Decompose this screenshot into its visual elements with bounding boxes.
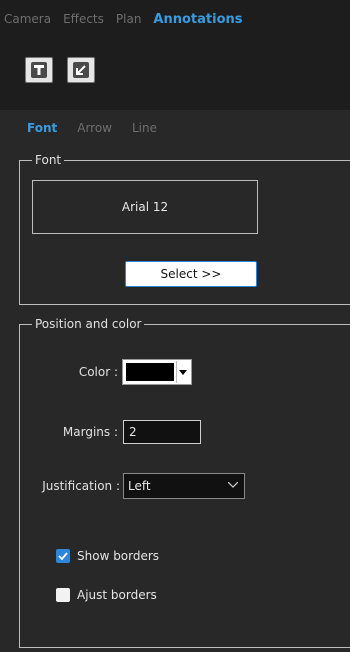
text-tool-icon bbox=[31, 62, 47, 78]
adjust-borders-checkbox[interactable]: Ajust borders bbox=[56, 588, 157, 602]
show-borders-label: Show borders bbox=[77, 549, 160, 563]
justification-select[interactable]: Left bbox=[123, 473, 245, 499]
select-font-button[interactable]: Select >> bbox=[125, 261, 257, 287]
arrow-tool-icon bbox=[73, 62, 89, 78]
sub-tab-bar: Font Arrow Line bbox=[27, 121, 177, 135]
tab-effects[interactable]: Effects bbox=[63, 12, 104, 26]
show-borders-checkbox[interactable]: Show borders bbox=[56, 549, 159, 563]
justification-label: Justification : bbox=[42, 479, 120, 493]
tab-camera[interactable]: Camera bbox=[4, 12, 51, 26]
margins-input[interactable] bbox=[123, 420, 201, 444]
font-group: Font Arial 12 Select >> bbox=[19, 153, 350, 305]
checkbox-unchecked-icon[interactable] bbox=[56, 588, 70, 602]
color-swatch bbox=[126, 363, 174, 381]
position-color-group: Position and color Color : Margins : Jus… bbox=[19, 317, 350, 648]
margins-label: Margins : bbox=[62, 425, 118, 439]
subtab-arrow[interactable]: Arrow bbox=[77, 121, 112, 135]
annotations-panel: Camera Effects Plan Annotations Font Arr… bbox=[0, 0, 350, 652]
justification-value: Left bbox=[128, 479, 151, 493]
checkbox-checked-icon[interactable] bbox=[56, 549, 70, 563]
subtab-font[interactable]: Font bbox=[27, 121, 57, 135]
font-group-legend: Font bbox=[32, 153, 65, 167]
chevron-down-icon bbox=[228, 482, 238, 488]
tab-plan[interactable]: Plan bbox=[116, 12, 142, 26]
color-picker[interactable] bbox=[122, 359, 192, 385]
font-preview: Arial 12 bbox=[32, 180, 258, 234]
adjust-borders-label: Ajust borders bbox=[77, 588, 157, 602]
main-tab-bar: Camera Effects Plan Annotations bbox=[4, 9, 255, 29]
position-group-legend: Position and color bbox=[32, 317, 145, 331]
arrow-tool-button[interactable] bbox=[67, 57, 95, 83]
subtab-line[interactable]: Line bbox=[132, 121, 157, 135]
color-dropdown-arrow[interactable] bbox=[176, 361, 189, 383]
triangle-down-icon bbox=[179, 369, 187, 375]
text-tool-button[interactable] bbox=[25, 57, 53, 83]
tab-annotations[interactable]: Annotations bbox=[153, 12, 242, 27]
color-label: Color : bbox=[78, 365, 118, 379]
